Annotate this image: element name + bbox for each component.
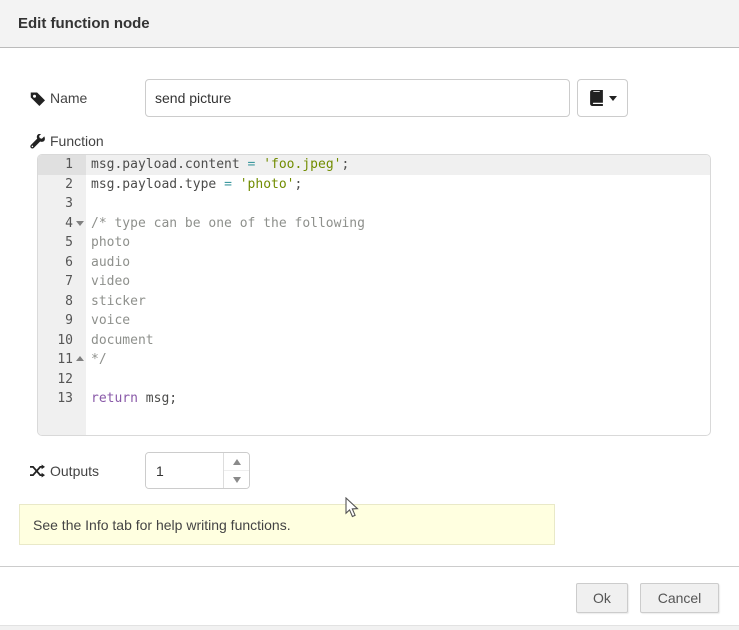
tag-icon	[30, 91, 45, 106]
dialog-header: Edit function node	[0, 0, 739, 48]
code-line: 7video	[38, 272, 710, 292]
line-number: 8	[38, 292, 86, 312]
line-number: 12	[38, 370, 86, 390]
name-label: Name	[30, 90, 145, 106]
dialog-body: Name Function 1msg.payload.content = 'fo…	[0, 79, 739, 545]
dialog-title: Edit function node	[18, 15, 150, 32]
spinner-up-button[interactable]	[224, 453, 249, 471]
code-text: sticker	[86, 292, 146, 312]
code-line: 12	[38, 370, 710, 390]
code-editor[interactable]: 1msg.payload.content = 'foo.jpeg';2msg.p…	[37, 154, 711, 436]
code-line: 9voice	[38, 311, 710, 331]
code-line: 1msg.payload.content = 'foo.jpeg';	[38, 155, 710, 175]
code-line: 2msg.payload.type = 'photo';	[38, 175, 710, 195]
code-text	[86, 194, 91, 214]
ok-button[interactable]: Ok	[576, 583, 628, 613]
caret-down-icon	[609, 96, 617, 101]
spinner-buttons	[223, 453, 249, 488]
code-text: msg.payload.type = 'photo';	[86, 175, 302, 195]
code-line: 11*/	[38, 350, 710, 370]
line-number: 2	[38, 175, 86, 195]
code-text: video	[86, 272, 130, 292]
fold-down-icon[interactable]	[76, 221, 84, 226]
outputs-spinner	[145, 452, 250, 489]
code-line: 5photo	[38, 233, 710, 253]
tip-text: See the Info tab for help writing functi…	[33, 517, 291, 533]
code-line: 3	[38, 194, 710, 214]
dialog-bottom-edge	[0, 625, 739, 630]
line-number: 3	[38, 194, 86, 214]
wrench-icon	[30, 134, 45, 149]
mouse-cursor	[345, 497, 359, 518]
line-number: 9	[38, 311, 86, 331]
line-number: 10	[38, 331, 86, 351]
code-line: 6audio	[38, 253, 710, 273]
code-editor-lines: 1msg.payload.content = 'foo.jpeg';2msg.p…	[38, 155, 710, 409]
line-number: 1	[38, 155, 86, 175]
code-text	[86, 370, 91, 390]
line-number: 7	[38, 272, 86, 292]
code-text: return msg;	[86, 389, 177, 409]
function-label: Function	[50, 133, 104, 149]
name-field-row: Name	[30, 79, 709, 117]
library-button[interactable]	[577, 79, 628, 117]
cancel-button[interactable]: Cancel	[640, 583, 719, 613]
code-line: 8sticker	[38, 292, 710, 312]
function-label-row: Function	[30, 133, 709, 149]
code-text: msg.payload.content = 'foo.jpeg';	[86, 155, 349, 175]
fold-up-icon[interactable]	[76, 356, 84, 361]
line-number: 5	[38, 233, 86, 253]
shuffle-icon	[30, 464, 45, 478]
spinner-down-button[interactable]	[224, 471, 249, 488]
code-text: */	[86, 350, 107, 370]
tip-box: See the Info tab for help writing functi…	[19, 504, 555, 545]
outputs-input[interactable]	[146, 453, 223, 488]
line-number: 11	[38, 350, 86, 370]
line-number: 4	[38, 214, 86, 234]
code-text: voice	[86, 311, 130, 331]
code-text: document	[86, 331, 154, 351]
code-line: 10document	[38, 331, 710, 351]
spinner-up-icon	[233, 459, 241, 465]
book-icon	[589, 90, 604, 106]
code-line: 4/* type can be one of the following	[38, 214, 710, 234]
code-text: audio	[86, 253, 130, 273]
outputs-label: Outputs	[30, 463, 145, 479]
code-line: 13return msg;	[38, 389, 710, 409]
line-number: 13	[38, 389, 86, 409]
line-number: 6	[38, 253, 86, 273]
outputs-row: Outputs	[30, 452, 709, 489]
dialog-footer: Ok Cancel	[0, 566, 739, 630]
code-text: /* type can be one of the following	[86, 214, 365, 234]
name-input[interactable]	[145, 79, 570, 117]
spinner-down-icon	[233, 477, 241, 483]
code-text: photo	[86, 233, 130, 253]
